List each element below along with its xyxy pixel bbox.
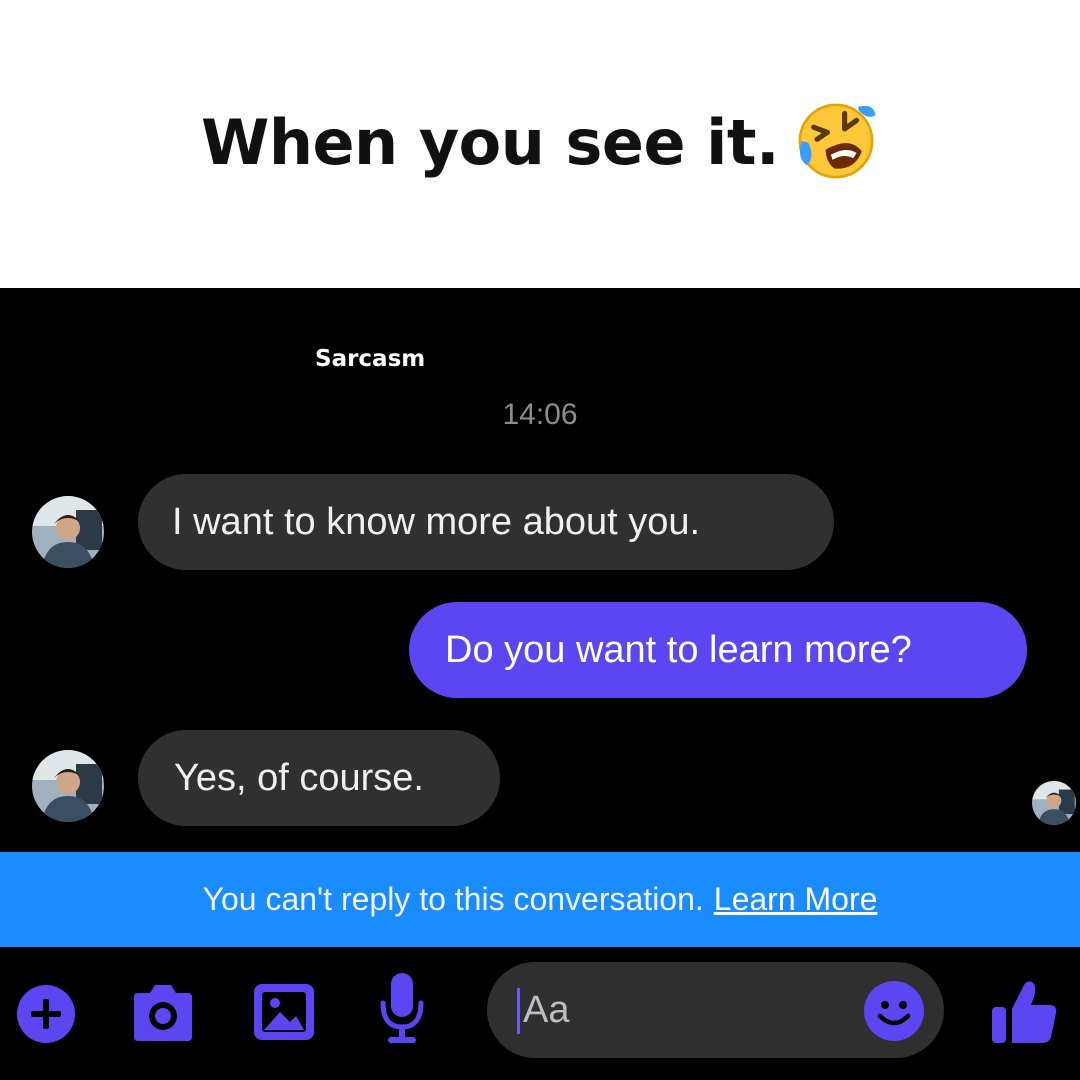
contact-avatar[interactable] <box>32 496 104 568</box>
camera-icon[interactable] <box>128 981 198 1045</box>
thumbs-up-icon[interactable] <box>990 977 1058 1047</box>
rolling-laughing-emoji-icon <box>793 98 879 184</box>
photo-icon[interactable] <box>252 980 316 1044</box>
message-text: Yes, of course. <box>174 756 424 799</box>
meme-caption-area: When you see it. <box>0 0 1080 288</box>
contact-avatar[interactable] <box>32 750 104 822</box>
message-text: I want to know more about you. <box>172 500 701 543</box>
caption-text: When you see it. <box>200 106 780 180</box>
message-input-field[interactable] <box>487 962 944 1058</box>
text-cursor <box>517 988 520 1034</box>
message-text: Do you want to learn more? <box>445 628 912 671</box>
incoming-message-bubble[interactable]: Yes, of course. <box>138 730 500 826</box>
incoming-message-bubble[interactable]: I want to know more about you. <box>138 474 834 570</box>
message-input[interactable] <box>523 980 843 1040</box>
meme-caption: When you see it. <box>0 103 1080 190</box>
emoji-icon[interactable] <box>863 980 925 1042</box>
messenger-chat-screen: Sarcasm 14:06 I want to know more about … <box>0 288 1080 1080</box>
microphone-icon[interactable] <box>378 971 426 1049</box>
watermark-page-name: Sarcasm <box>315 346 426 372</box>
message-composer <box>0 947 1080 1080</box>
message-timestamp: 14:06 <box>502 398 578 431</box>
cannot-reply-banner: You can't reply to this conversation. Le… <box>0 852 1080 947</box>
plus-icon[interactable] <box>16 984 76 1044</box>
outgoing-message-bubble[interactable]: Do you want to learn more? <box>409 602 1027 698</box>
read-receipt-avatar <box>1032 781 1076 825</box>
banner-text: You can't reply to this conversation. <box>202 881 704 917</box>
learn-more-link[interactable]: Learn More <box>714 881 878 918</box>
